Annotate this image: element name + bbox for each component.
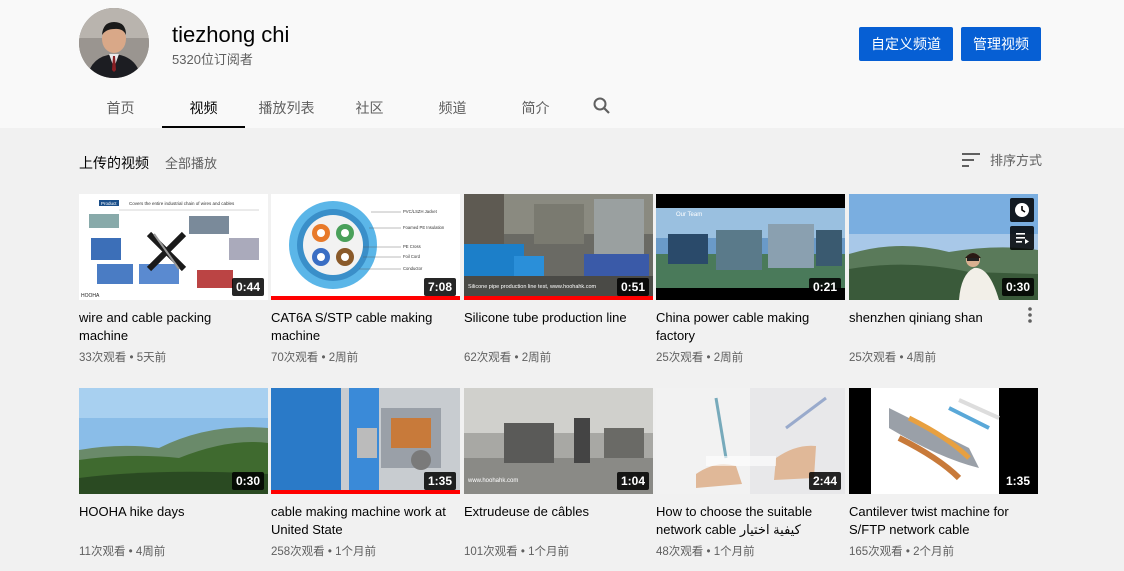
customize-channel-button[interactable]: 自定义频道 bbox=[859, 27, 953, 61]
subscriber-count: 5320位订阅者 bbox=[172, 52, 253, 67]
video-duration: 0:21 bbox=[808, 278, 841, 296]
sort-button[interactable]: 排序方式 bbox=[962, 150, 1042, 169]
tab-home[interactable]: 首页 bbox=[79, 88, 162, 128]
video-duration: 1:04 bbox=[616, 472, 649, 490]
t2-label: PE Cross bbox=[403, 244, 421, 249]
channel-tabs: 首页 视频 播放列表 社区 频道 简介 bbox=[79, 88, 627, 128]
t8-watermark: www.hoohahk.com bbox=[467, 478, 518, 484]
video-meta: 101次观看 • 1个月前 bbox=[464, 546, 569, 558]
watch-progress-bar bbox=[464, 296, 653, 300]
video-thumbnail[interactable]: Silicone pipe production line test, www.… bbox=[464, 194, 653, 300]
video-duration: 1:35 bbox=[423, 472, 456, 490]
video-meta: 25次观看 • 4周前 bbox=[849, 352, 937, 364]
video-card[interactable]: 1:35 Cantilever twist machine for S/FTP … bbox=[849, 388, 1038, 559]
tab-playlists[interactable]: 播放列表 bbox=[245, 88, 328, 128]
video-title[interactable]: shenzhen qiniang shan bbox=[849, 309, 1038, 345]
t1-caption: Covers the entire industrial chain of wi… bbox=[129, 201, 235, 206]
video-title[interactable]: Cantilever twist machine for S/FTP netwo… bbox=[849, 503, 1038, 539]
tab-channels[interactable]: 频道 bbox=[411, 88, 494, 128]
video-card[interactable]: 2:44 How to choose the suitable network … bbox=[656, 388, 845, 559]
watch-progress-bar bbox=[271, 296, 460, 300]
t2-label: Foil Cord bbox=[403, 254, 421, 259]
t1-header: Product bbox=[101, 201, 117, 206]
video-meta: 11次观看 • 4周前 bbox=[79, 546, 166, 558]
channel-header: tiezhong chi 5320位订阅者 自定义频道 管理视频 首页 视频 播… bbox=[0, 0, 1124, 128]
video-thumbnail[interactable]: 1:35 bbox=[849, 388, 1038, 494]
sort-label: 排序方式 bbox=[990, 153, 1043, 168]
video-thumbnail[interactable]: Our Team 0:21 bbox=[656, 194, 845, 300]
video-title[interactable]: How to choose the suitable network cable… bbox=[656, 503, 845, 539]
video-meta: 258次观看 • 1个月前 bbox=[271, 546, 376, 558]
video-title[interactable]: Silicone tube production line bbox=[464, 309, 653, 345]
tab-videos[interactable]: 视频 bbox=[162, 88, 245, 128]
video-thumbnail[interactable]: Product Covers the entire industrial cha… bbox=[79, 194, 268, 300]
t4-banner: Our Team bbox=[676, 212, 702, 218]
video-duration: 2:44 bbox=[808, 472, 841, 490]
video-card[interactable]: 0:30 HOOHA hike days 11次观看 • 4周前 bbox=[79, 388, 268, 559]
video-card[interactable]: 0:30 shenzhen qiniang shan 25次观看 • 4周前 bbox=[849, 194, 1038, 365]
video-thumbnail[interactable]: 1:35 bbox=[271, 388, 460, 494]
video-card[interactable]: Our Team 0:21 China power cable making f… bbox=[656, 194, 845, 365]
more-actions-icon[interactable] bbox=[1028, 307, 1032, 323]
video-title[interactable]: HOOHA hike days bbox=[79, 503, 268, 539]
watch-progress-bar bbox=[271, 490, 460, 494]
video-card[interactable]: www.hoohahk.com 1:04 Extrudeuse de câble… bbox=[464, 388, 653, 559]
watch-later-icon[interactable] bbox=[1010, 198, 1034, 222]
video-title[interactable]: Extrudeuse de câbles bbox=[464, 503, 653, 539]
section-title: 上传的视频 bbox=[79, 155, 149, 171]
t3-caption: Silicone pipe production line test, www.… bbox=[468, 284, 597, 290]
sort-icon bbox=[962, 152, 980, 167]
video-meta: 62次观看 • 2周前 bbox=[464, 352, 552, 364]
tab-community[interactable]: 社区 bbox=[328, 88, 411, 128]
channel-name: tiezhong chi bbox=[172, 22, 290, 47]
video-duration: 0:30 bbox=[1001, 278, 1034, 296]
channel-avatar[interactable] bbox=[79, 8, 149, 78]
video-title[interactable]: cable making machine work at United Stat… bbox=[271, 503, 460, 539]
video-thumbnail[interactable]: PVC/LSZH Jacket Foamed PE Insulation PE … bbox=[271, 194, 460, 300]
t2-label: Foamed PE Insulation bbox=[403, 225, 445, 230]
t2-label: PVC/LSZH Jacket bbox=[403, 209, 438, 214]
video-title[interactable]: wire and cable packing machine bbox=[79, 309, 268, 345]
video-duration: 0:44 bbox=[231, 278, 264, 296]
video-meta: 165次观看 • 2个月前 bbox=[849, 546, 954, 558]
tab-about[interactable]: 简介 bbox=[494, 88, 577, 128]
video-grid-section: 上传的视频 全部播放 排序方式 Product Covers the entir… bbox=[0, 128, 1124, 571]
video-title[interactable]: CAT6A S/STP cable making machine bbox=[271, 309, 460, 345]
video-meta: 33次观看 • 5天前 bbox=[79, 352, 167, 364]
video-duration: 0:51 bbox=[616, 278, 649, 296]
video-card[interactable]: PVC/LSZH Jacket Foamed PE Insulation PE … bbox=[271, 194, 460, 365]
manage-videos-button[interactable]: 管理视频 bbox=[961, 27, 1041, 61]
video-meta: 48次观看 • 1个月前 bbox=[656, 546, 755, 558]
video-thumbnail[interactable]: www.hoohahk.com 1:04 bbox=[464, 388, 653, 494]
video-meta: 70次观看 • 2周前 bbox=[271, 352, 359, 364]
video-card[interactable]: Product Covers the entire industrial cha… bbox=[79, 194, 268, 365]
t1-logo: HOOHA bbox=[81, 293, 100, 299]
video-thumbnail[interactable]: 2:44 bbox=[656, 388, 845, 494]
video-meta: 25次观看 • 2周前 bbox=[656, 352, 744, 364]
video-card[interactable]: 1:35 cable making machine work at United… bbox=[271, 388, 460, 559]
play-all-link[interactable]: 全部播放 bbox=[165, 153, 217, 172]
search-icon[interactable] bbox=[577, 88, 627, 128]
video-duration: 7:08 bbox=[423, 278, 456, 296]
video-thumbnail[interactable]: 0:30 bbox=[79, 388, 268, 494]
video-thumbnail[interactable]: 0:30 bbox=[849, 194, 1038, 300]
video-title[interactable]: China power cable making factory bbox=[656, 309, 845, 345]
add-to-queue-icon[interactable] bbox=[1010, 226, 1034, 250]
t2-label: Conductor bbox=[403, 266, 423, 271]
video-card[interactable]: Silicone pipe production line test, www.… bbox=[464, 194, 653, 365]
video-duration: 0:30 bbox=[231, 472, 264, 490]
video-duration: 1:35 bbox=[1001, 472, 1034, 490]
